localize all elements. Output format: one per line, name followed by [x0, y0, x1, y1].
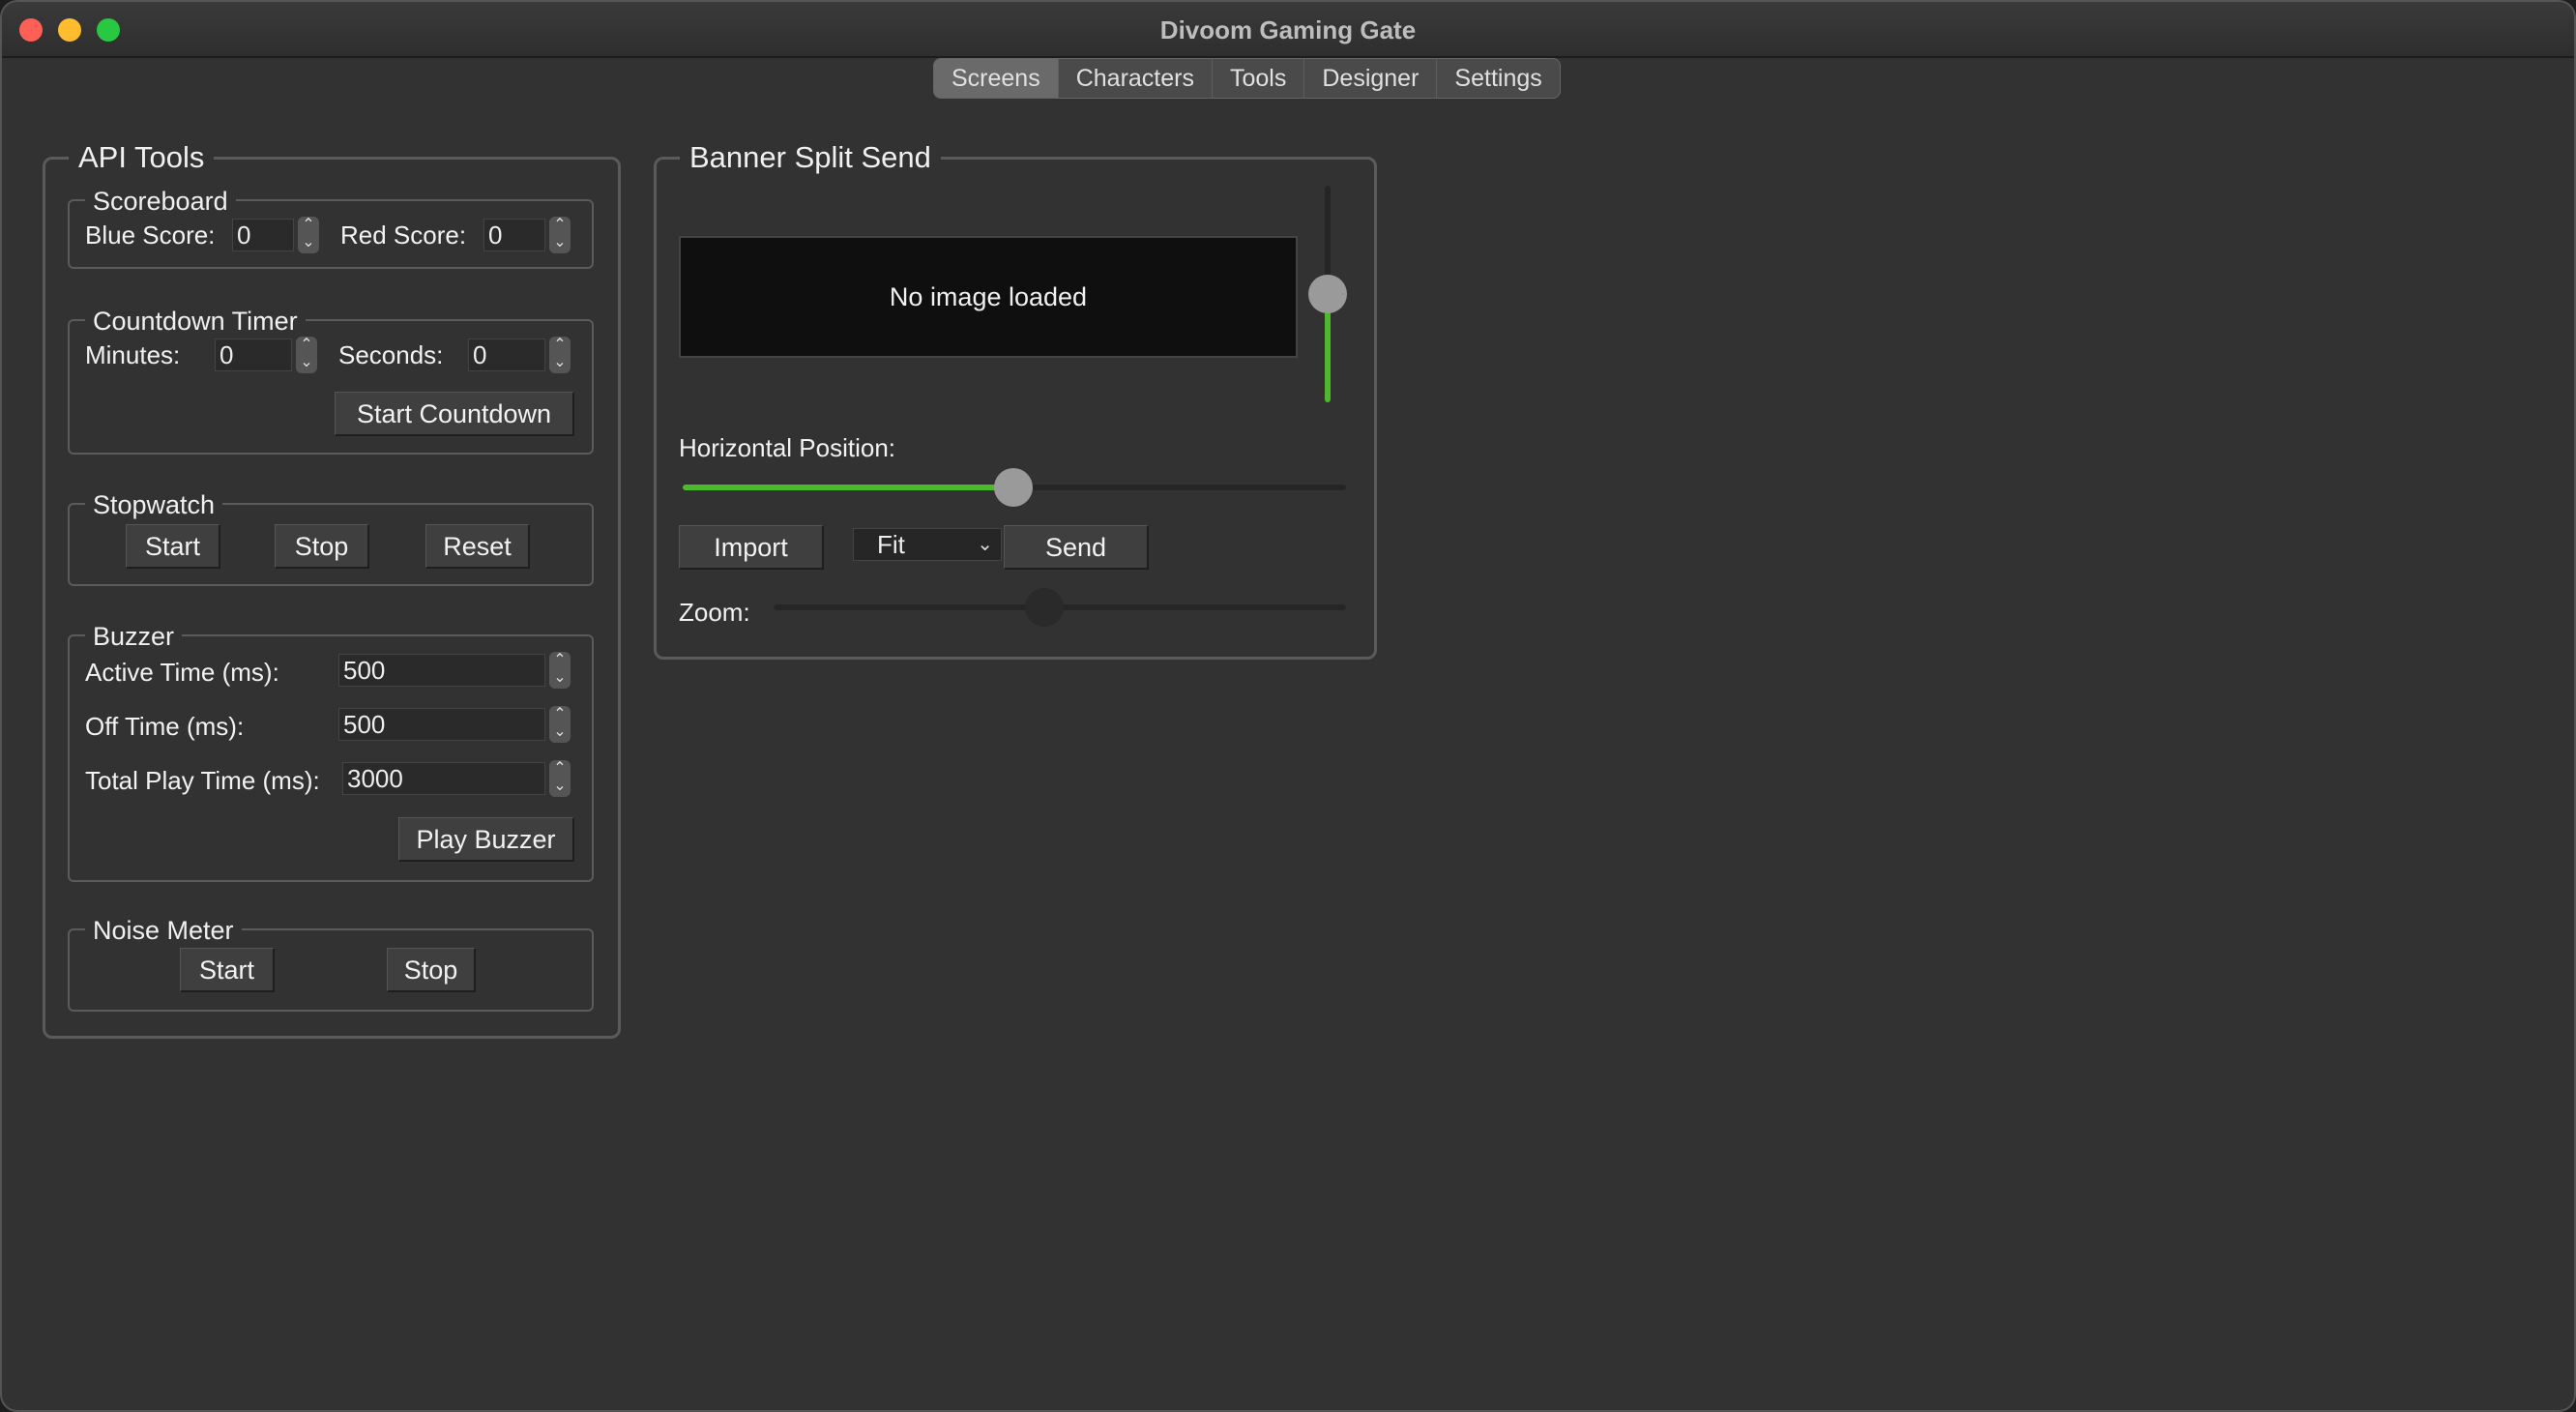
zoom-slider-handle[interactable]: [1025, 588, 1064, 627]
fit-mode-value: Fit: [877, 530, 905, 559]
scoreboard-title: Scoreboard: [85, 187, 236, 217]
api-tools-title: API Tools: [69, 140, 215, 175]
horizontal-position-label: Horizontal Position:: [679, 433, 895, 462]
total-time-stepper[interactable]: ⌃ ⌄: [549, 760, 571, 797]
app-window: Divoom Gaming Gate Screens Characters To…: [0, 0, 2576, 1412]
seconds-stepper[interactable]: ⌃ ⌄: [549, 337, 571, 373]
title-bar: Divoom Gaming Gate: [2, 2, 2574, 58]
vertical-slider-handle[interactable]: [1308, 275, 1347, 313]
noise-meter-group: Noise Meter: [68, 916, 594, 1012]
api-tools-group: API Tools: [43, 140, 621, 1039]
active-time-input[interactable]: 500: [338, 654, 545, 687]
blue-score-stepper[interactable]: ⌃ ⌄: [298, 217, 319, 253]
zoom-label: Zoom:: [679, 598, 750, 627]
start-countdown-button[interactable]: Start Countdown: [335, 392, 574, 436]
noise-meter-title: Noise Meter: [85, 916, 242, 946]
off-time-label: Off Time (ms):: [85, 712, 245, 741]
seconds-input[interactable]: 0: [468, 338, 545, 371]
active-time-stepper[interactable]: ⌃ ⌄: [549, 652, 571, 689]
red-score-input[interactable]: 0: [483, 219, 545, 251]
noise-stop-button[interactable]: Stop: [387, 948, 476, 992]
tab-bar: Screens Characters Tools Designer Settin…: [933, 58, 1561, 99]
stopwatch-reset-button[interactable]: Reset: [425, 524, 530, 569]
tab-characters[interactable]: Characters: [1059, 59, 1213, 98]
tab-screens[interactable]: Screens: [934, 59, 1059, 98]
total-time-label: Total Play Time (ms):: [85, 766, 320, 795]
seconds-label: Seconds:: [338, 340, 444, 369]
tab-designer[interactable]: Designer: [1304, 59, 1438, 98]
countdown-title: Countdown Timer: [85, 307, 306, 337]
red-score-stepper[interactable]: ⌃ ⌄: [549, 217, 571, 253]
minutes-stepper[interactable]: ⌃ ⌄: [296, 337, 317, 373]
horizontal-slider-fill: [683, 485, 1013, 490]
noise-start-button[interactable]: Start: [180, 948, 275, 992]
play-buzzer-button[interactable]: Play Buzzer: [398, 817, 574, 862]
banner-split-group: Banner Split Send: [654, 140, 1377, 660]
send-button[interactable]: Send: [1004, 525, 1149, 570]
minutes-label: Minutes:: [85, 340, 181, 369]
blue-score-label: Blue Score:: [85, 221, 216, 250]
stopwatch-stop-button[interactable]: Stop: [275, 524, 369, 569]
off-time-input[interactable]: 500: [338, 708, 545, 741]
window-title: Divoom Gaming Gate: [1159, 15, 1417, 44]
buzzer-title: Buzzer: [85, 622, 183, 652]
blue-score-input[interactable]: 0: [232, 219, 294, 251]
stopwatch-title: Stopwatch: [85, 490, 223, 520]
image-preview: No image loaded: [679, 236, 1298, 358]
off-time-stepper[interactable]: ⌃ ⌄: [549, 706, 571, 743]
stopwatch-start-button[interactable]: Start: [126, 524, 220, 569]
fit-mode-select[interactable]: Fit ⌄: [853, 528, 1002, 561]
tab-tools[interactable]: Tools: [1213, 59, 1305, 98]
tab-settings[interactable]: Settings: [1437, 59, 1559, 98]
chevron-down-icon: ⌄: [977, 534, 993, 555]
import-button[interactable]: Import: [679, 525, 824, 570]
red-score-label: Red Score:: [340, 221, 467, 250]
active-time-label: Active Time (ms):: [85, 658, 279, 687]
minutes-input[interactable]: 0: [215, 338, 292, 371]
banner-split-title: Banner Split Send: [680, 140, 941, 175]
total-time-input[interactable]: 3000: [342, 762, 545, 795]
horizontal-slider-handle[interactable]: [994, 468, 1033, 507]
